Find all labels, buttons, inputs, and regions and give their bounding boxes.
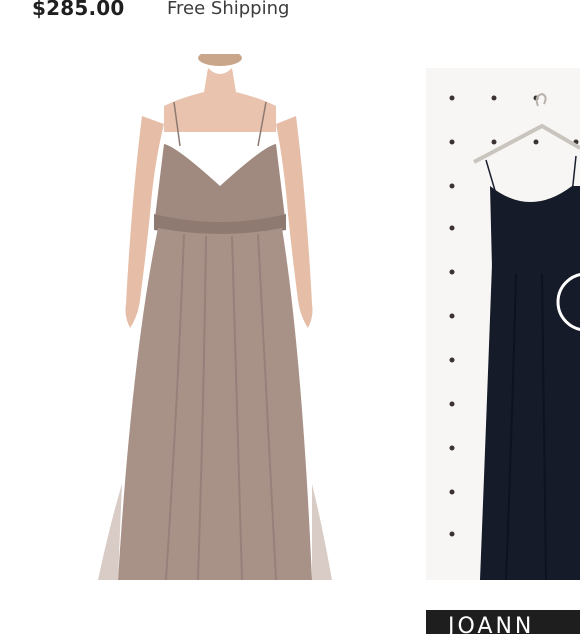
brand-text: JOANN	[448, 614, 535, 634]
photo-carousel[interactable]: JOANN	[0, 54, 580, 634]
price-row: $285.00 Free Shipping	[0, 0, 580, 26]
taupe-gown-photo	[80, 54, 380, 580]
shipping-label: Free Shipping	[167, 0, 290, 19]
brand-strip: JOANN	[426, 610, 580, 634]
navy-gown-photo	[426, 68, 580, 580]
photo-next[interactable]	[426, 68, 580, 580]
listing-price: $285.00	[32, 0, 125, 20]
photo-main[interactable]	[80, 54, 380, 580]
